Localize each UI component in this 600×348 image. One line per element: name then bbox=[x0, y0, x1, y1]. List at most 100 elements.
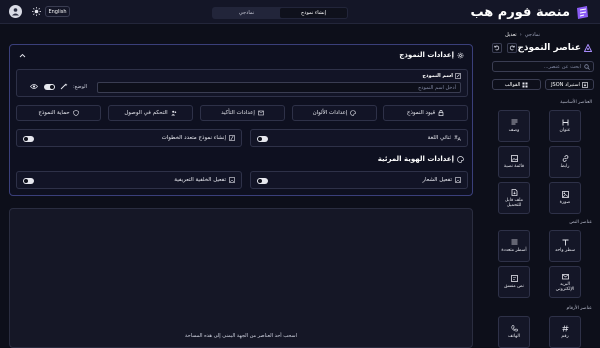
eye-icon[interactable] bbox=[30, 83, 38, 90]
access-control-label: التحكم في الوصول bbox=[124, 110, 168, 116]
form-restrictions-label: قيود النموذج bbox=[406, 110, 436, 116]
image-icon bbox=[561, 191, 569, 198]
logo-icon bbox=[575, 5, 590, 20]
tile-number[interactable]: رقم bbox=[549, 316, 581, 348]
access-control-button[interactable]: التحكم في الوصول bbox=[108, 105, 193, 121]
tile-paragraph[interactable]: وصف bbox=[498, 110, 530, 142]
sidebar-title-text: عناصر النموذج bbox=[517, 43, 581, 53]
tile-heading-label: عنوان bbox=[559, 128, 571, 133]
tile-paragraph-label: وصف bbox=[508, 128, 520, 133]
chevron-up-icon[interactable] bbox=[19, 52, 26, 59]
tile-link-label: رابط bbox=[560, 164, 570, 169]
form-settings-panel: إعدادات النموذج اسم النموذج أدخل اسم الن… bbox=[9, 44, 473, 196]
color-settings-label: إعدادات الألوان bbox=[312, 110, 348, 116]
templates-label: القوالب bbox=[504, 81, 521, 88]
rich-text-icon bbox=[510, 275, 518, 282]
section-text-label: عناصر النص bbox=[569, 220, 592, 225]
image-icon bbox=[229, 177, 235, 183]
avatar[interactable] bbox=[9, 5, 22, 18]
text-icon bbox=[562, 239, 569, 246]
user-icon bbox=[11, 7, 20, 16]
image-icon bbox=[455, 177, 461, 183]
form-name-card: اسم النموذج أدخل اسم النموذج الوضع: bbox=[16, 69, 468, 97]
mail-check-icon bbox=[258, 110, 264, 116]
form-name-placeholder: أدخل اسم النموذج bbox=[418, 84, 456, 91]
settings-title: إعدادات النموذج bbox=[399, 51, 464, 59]
elements-icon bbox=[584, 44, 592, 52]
tile-multiline-label: أسطر متعددة bbox=[501, 248, 527, 253]
tab-my-forms[interactable]: نماذجي bbox=[213, 8, 280, 18]
tile-rich-text-label: نص منسق bbox=[504, 284, 524, 289]
form-restrictions-button[interactable]: قيود النموذج bbox=[383, 105, 468, 121]
mode-label: الوضع: bbox=[73, 84, 88, 90]
edit-icon bbox=[455, 73, 461, 79]
templates-button[interactable]: القوالب bbox=[492, 79, 541, 90]
language-button[interactable]: English bbox=[45, 6, 70, 17]
tile-download-file-label: ملف قابل للتحميل bbox=[504, 197, 524, 208]
download-file-icon bbox=[511, 188, 518, 196]
tile-image-label: صورة bbox=[559, 200, 571, 205]
tile-rich-text[interactable]: نص منسق bbox=[498, 266, 530, 298]
color-settings-button[interactable]: إعدادات الألوان bbox=[292, 105, 377, 121]
visual-identity-title-text: إعدادات الهوية المرئية bbox=[377, 155, 454, 163]
form-protection-button[interactable]: حماية النموذج bbox=[16, 105, 101, 121]
tile-image[interactable]: صورة bbox=[549, 182, 581, 214]
sidebar-title: عناصر النموذج bbox=[517, 43, 592, 53]
tile-phone[interactable]: الهاتف bbox=[498, 316, 530, 348]
tile-single-line-label: سطر واحد bbox=[555, 248, 575, 253]
form-name-label-text: اسم النموذج bbox=[422, 73, 453, 79]
link-icon bbox=[562, 155, 569, 162]
enable-logo-label-text: تفعيل الشعار bbox=[422, 177, 452, 183]
bilingual-label-text: ثنائي اللغة bbox=[427, 135, 451, 141]
form-name-input[interactable]: أدخل اسم النموذج bbox=[97, 82, 461, 93]
import-icon bbox=[582, 81, 588, 88]
tile-link[interactable]: رابط bbox=[549, 146, 581, 178]
tile-single-line[interactable]: سطر واحد bbox=[549, 230, 581, 262]
multistep-row: إنشاء نموذج متعدد الخطوات bbox=[16, 129, 242, 147]
bilingual-toggle[interactable] bbox=[257, 136, 268, 142]
enable-logo-toggle[interactable] bbox=[257, 178, 268, 184]
settings-title-text: إعدادات النموذج bbox=[399, 51, 454, 59]
image-list-icon bbox=[510, 155, 518, 162]
confirmation-settings-button[interactable]: إعدادات التأكيد bbox=[200, 105, 285, 121]
phone-icon bbox=[510, 325, 518, 332]
sun-icon[interactable] bbox=[32, 7, 41, 16]
confirmation-settings-label: إعدادات التأكيد bbox=[221, 110, 255, 116]
templates-icon bbox=[522, 82, 528, 88]
tile-multiline[interactable]: أسطر متعددة bbox=[498, 230, 530, 262]
language-icon bbox=[454, 135, 461, 141]
palette-icon bbox=[350, 110, 357, 116]
canvas-hint: اسحب أحد العناصر من الجهة اليمنى إلى هذه… bbox=[184, 333, 297, 339]
form-protection-label: حماية النموذج bbox=[38, 110, 70, 116]
tile-number-label: رقم bbox=[561, 334, 569, 339]
multistep-toggle[interactable] bbox=[23, 136, 34, 142]
section-basic-label: العناصر الأساسية bbox=[560, 100, 592, 105]
bilingual-row: ثنائي اللغة bbox=[250, 129, 468, 147]
undo-button[interactable] bbox=[492, 43, 502, 53]
tile-phone-label: الهاتف bbox=[508, 334, 520, 339]
enable-background-label-text: تفعيل الخلفية التعريفية bbox=[174, 177, 226, 183]
wand-icon bbox=[60, 83, 68, 90]
tab-create-form[interactable]: إنشاء نموذج bbox=[280, 8, 347, 18]
tile-image-list[interactable]: قائمة نصية bbox=[498, 146, 530, 178]
tile-email[interactable]: البريد الإلكتروني bbox=[549, 266, 581, 298]
import-json-button[interactable]: استيراد JSON bbox=[545, 79, 594, 90]
mode-toggle[interactable] bbox=[44, 84, 55, 90]
nav-tabs: إنشاء نموذج نماذجي bbox=[212, 7, 348, 19]
tile-image-list-label: قائمة نصية bbox=[503, 164, 525, 169]
search-input[interactable]: ابحث عن عنصر... bbox=[492, 61, 594, 72]
lock-icon bbox=[438, 110, 444, 116]
form-name-label: اسم النموذج bbox=[422, 73, 461, 79]
multiline-icon bbox=[511, 239, 518, 246]
redo-button[interactable] bbox=[507, 43, 517, 53]
enable-background-label: تفعيل الخلفية التعريفية bbox=[174, 177, 235, 183]
tile-download-file[interactable]: ملف قابل للتحميل bbox=[498, 182, 530, 214]
paragraph-icon bbox=[511, 119, 518, 126]
heading-icon bbox=[562, 119, 569, 126]
gear-icon bbox=[457, 52, 464, 59]
brand[interactable]: منصة فورم هب bbox=[470, 4, 590, 20]
enable-background-toggle[interactable] bbox=[23, 178, 34, 184]
form-canvas-dropzone[interactable]: اسحب أحد العناصر من الجهة اليمنى إلى هذه… bbox=[9, 208, 473, 348]
enable-logo-label: تفعيل الشعار bbox=[422, 177, 461, 183]
tile-heading[interactable]: عنوان bbox=[549, 110, 581, 142]
